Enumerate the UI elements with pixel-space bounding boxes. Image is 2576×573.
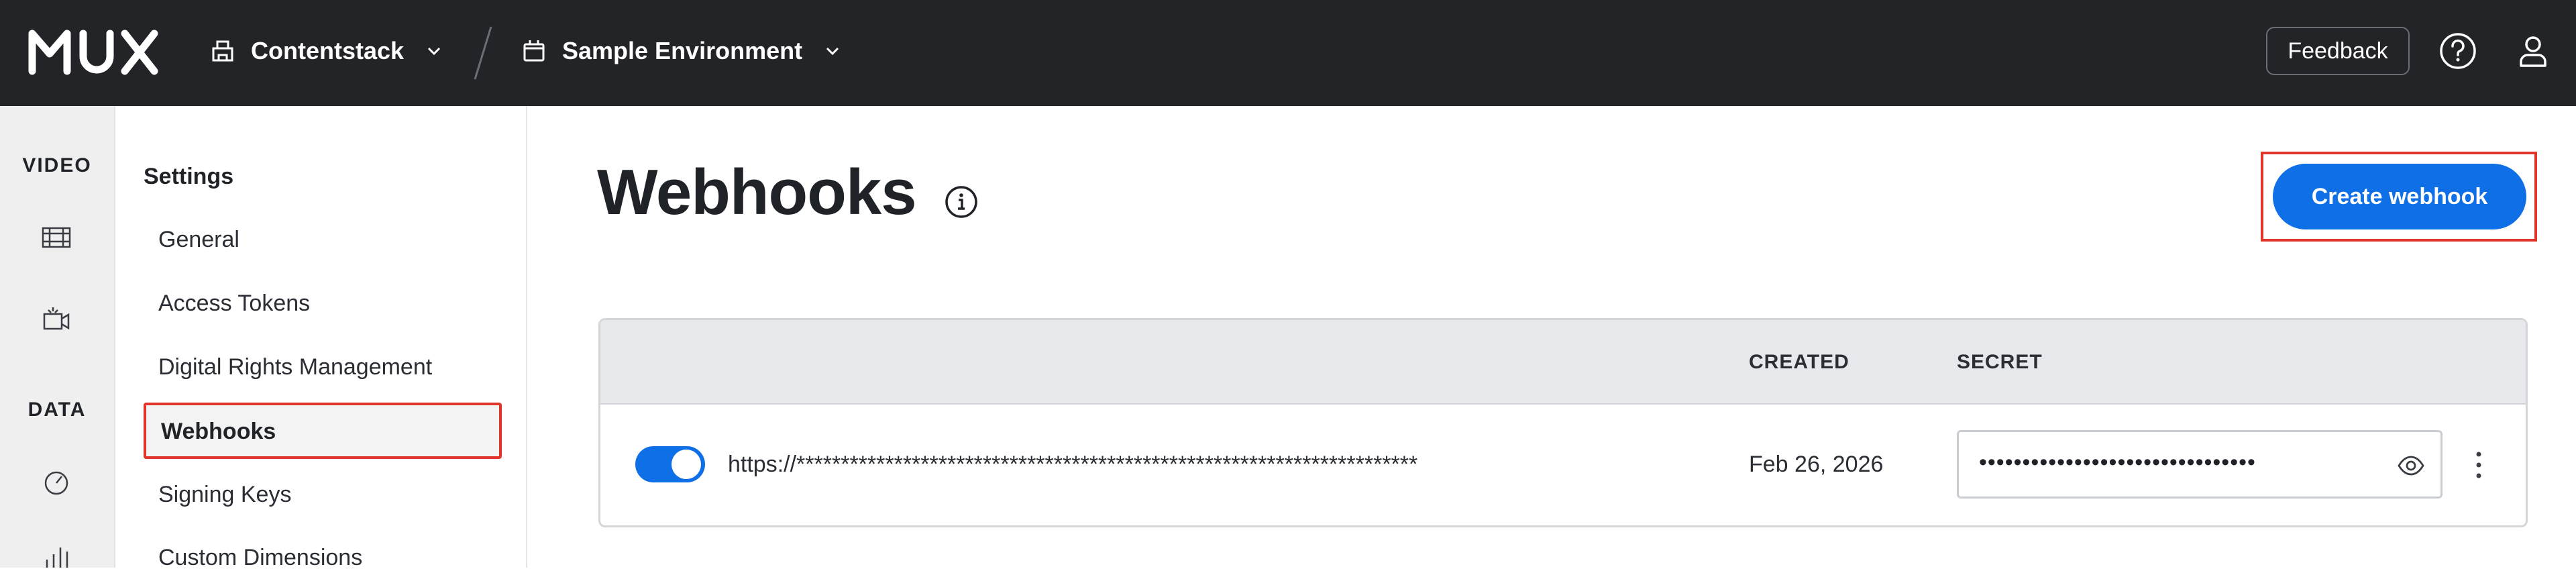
column-header-created[interactable]: CREATED: [1749, 351, 1849, 374]
create-webhook-button[interactable]: Create webhook: [2273, 164, 2526, 229]
nav-item-access-tokens[interactable]: Access Tokens: [158, 291, 310, 317]
nav-item-general[interactable]: General: [158, 227, 239, 253]
nav-item-drm[interactable]: Digital Rights Management: [158, 354, 432, 380]
nav-item-webhooks-label: Webhooks: [161, 419, 276, 444]
settings-nav: Settings General Access Tokens Digital R…: [115, 106, 527, 571]
chevron-down-icon: [424, 41, 444, 61]
user-icon[interactable]: [2513, 31, 2553, 71]
webhook-created-date: Feb 26, 2026: [1749, 452, 1884, 477]
nav-item-signing-keys[interactable]: Signing Keys: [158, 482, 291, 508]
chevron-down-icon: [822, 41, 843, 61]
live-camera-icon[interactable]: [39, 301, 74, 335]
column-header-secret: SECRET: [1957, 351, 2043, 373]
more-options-icon[interactable]: [2472, 448, 2485, 482]
breadcrumb-separator: [474, 26, 492, 80]
eye-icon[interactable]: [2396, 451, 2426, 480]
webhook-url: https://********************************…: [728, 452, 1418, 477]
table-header: CREATED SECRET: [600, 320, 2526, 405]
organization-icon: [209, 38, 236, 64]
rail-section-video: VIDEO: [22, 154, 92, 176]
rail-section-data: DATA: [28, 399, 87, 421]
webhook-enabled-toggle[interactable]: [635, 446, 705, 482]
webhook-secret-value: ••••••••••••••••••••••••••••••••: [1979, 450, 2256, 475]
top-bar: Contentstack Sample Environment Feedback: [0, 0, 2576, 106]
webhook-secret-field[interactable]: ••••••••••••••••••••••••••••••••: [1957, 430, 2443, 499]
toggle-knob: [672, 450, 701, 479]
film-icon[interactable]: [39, 220, 74, 255]
page-title: Webhooks: [597, 156, 917, 228]
webhooks-table: CREATED SECRET https://*****************…: [598, 318, 2528, 527]
environment-name: Sample Environment: [562, 37, 803, 64]
organization-switcher[interactable]: Contentstack: [209, 31, 444, 71]
environment-switcher[interactable]: Sample Environment: [521, 31, 843, 71]
mux-logo[interactable]: [27, 27, 161, 76]
nav-item-custom-dimensions[interactable]: Custom Dimensions: [158, 545, 362, 571]
organization-name: Contentstack: [251, 37, 405, 64]
table-row: https://********************************…: [600, 405, 2526, 525]
environment-icon: [521, 38, 547, 64]
settings-title: Settings: [144, 164, 234, 189]
create-webhook-highlight: Create webhook: [2261, 152, 2537, 242]
help-icon[interactable]: [2438, 31, 2478, 71]
info-icon[interactable]: [943, 184, 979, 220]
gauge-icon[interactable]: [39, 464, 74, 499]
nav-item-webhooks[interactable]: Webhooks: [144, 403, 502, 459]
feedback-button[interactable]: Feedback: [2266, 27, 2410, 75]
product-rail: VIDEO DATA: [0, 106, 115, 568]
bar-chart-icon[interactable]: [39, 538, 74, 573]
